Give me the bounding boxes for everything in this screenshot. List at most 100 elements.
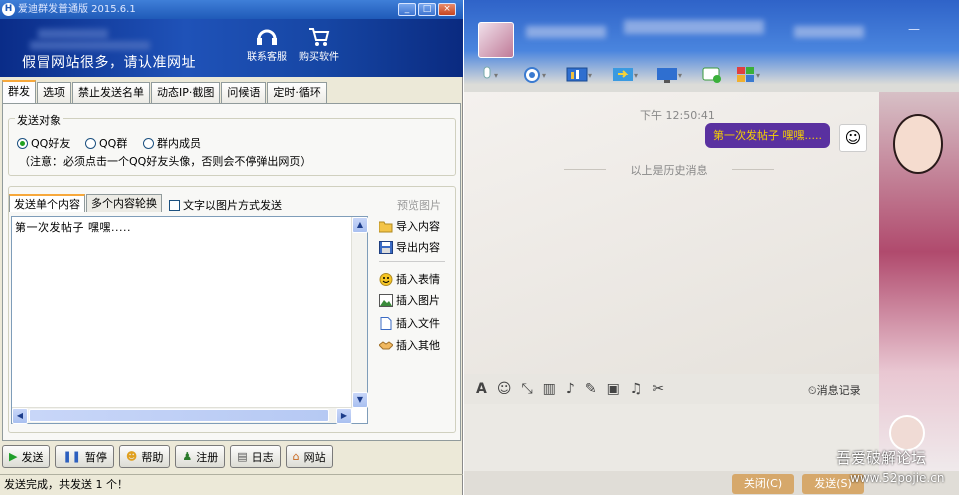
home-icon: ⌂ (292, 450, 300, 463)
buy-software-button[interactable]: 购买软件 (299, 27, 339, 63)
horizontal-scrollbar[interactable]: ◀ ▶ (12, 407, 352, 424)
watermark-url: www.52pojie.cn (850, 471, 945, 485)
scroll-up-icon[interactable]: ▲ (352, 217, 368, 233)
message-textarea[interactable]: 第一次发帖子 嘿嘿..... ▲ ▼ ◀ ▶ (11, 216, 368, 424)
tab-greetings[interactable]: 问候语 (221, 82, 267, 103)
insert-file-button[interactable]: 插入文件 (379, 315, 440, 331)
app-logo-icon: H (2, 3, 15, 16)
save-icon (379, 240, 393, 254)
music-icon[interactable]: ♫ (630, 381, 643, 397)
tab-schedule[interactable]: 定时·循环 (267, 82, 327, 103)
apps-grid-icon[interactable]: ▾ (736, 66, 760, 84)
window-minimize-icon[interactable]: — (908, 22, 920, 36)
pause-icon: ❚❚ (62, 450, 81, 463)
tab-dynamic-ip[interactable]: 动态IP·截图 (151, 82, 221, 103)
headset-icon (257, 29, 277, 45)
cart-icon (309, 28, 330, 46)
emoji-icon[interactable]: ☺ (497, 381, 512, 397)
remote-desktop-icon[interactable]: ▾ (656, 66, 682, 84)
radio-selected-icon (17, 137, 28, 149)
play-icon: ▶ (9, 450, 18, 463)
user-icon: ♟ (182, 450, 193, 463)
help-button[interactable]: ☻ 帮助 (118, 445, 171, 468)
export-content-button[interactable]: 导出内容 (379, 239, 440, 255)
title-bar: H 爱迪群发普通版 2015.6.1 _ □ × (0, 0, 463, 19)
help-smiley-icon: ☻ (125, 450, 138, 463)
vertical-scrollbar[interactable]: ▲ ▼ (351, 217, 368, 408)
website-button[interactable]: ⌂ 网站 (285, 445, 333, 468)
log-button[interactable]: ▤ 日志 (230, 445, 281, 468)
gif-icon[interactable]: ▥ (543, 381, 556, 397)
radio-qq-friends[interactable]: QQ好友 (17, 135, 70, 151)
tab-single-content[interactable]: 发送单个内容 (9, 194, 85, 212)
register-button[interactable]: ♟ 注册 (175, 445, 226, 468)
maximize-button[interactable]: □ (418, 3, 436, 16)
tab-blocklist[interactable]: 禁止发送名单 (72, 82, 150, 103)
message-time: 下午 12:50:41 (640, 109, 715, 122)
file-icon (380, 316, 392, 330)
history-divider: 以上是历史消息 (564, 162, 774, 178)
image-icon[interactable]: ▣ (607, 381, 620, 397)
banner-warning-text: 假冒网站很多，请认准网址 (22, 55, 196, 71)
contact-photo (893, 114, 943, 174)
close-button[interactable]: × (438, 3, 456, 16)
clock-icon: ⏲ (808, 384, 817, 397)
scroll-thumb[interactable] (29, 409, 329, 422)
content-subtabs: 发送单个内容 多个内容轮换 (9, 194, 163, 212)
status-bar: 发送完成，共发送 1 个！ (0, 474, 463, 495)
qq-chat-window: — ▾ ▾ ▾ ▾ ▾ ▾ 下午 12:50:41 第一次发帖子 嘿嘿.....… (464, 0, 959, 495)
send-as-image-checkbox[interactable]: 文字以图片方式发送 (169, 197, 282, 213)
file-transfer-icon[interactable]: ▾ (612, 66, 638, 84)
radio-qq-group[interactable]: QQ群 (85, 135, 127, 151)
radio-group-members[interactable]: 群内成员 (143, 135, 201, 151)
tab-options[interactable]: 选项 (37, 82, 71, 103)
insert-other-button[interactable]: 插入其他 (379, 337, 440, 353)
handshake-icon (379, 340, 393, 349)
side-divider (379, 261, 445, 262)
mic-icon[interactable]: ♪ (566, 381, 575, 397)
preview-image-label: 预览图片 (397, 199, 441, 212)
smiley-icon (379, 272, 393, 286)
edit-icon[interactable]: ✎ (585, 381, 597, 397)
import-content-button[interactable]: 导入内容 (379, 218, 440, 234)
screen-share-icon[interactable]: ▾ (566, 66, 592, 84)
contact-support-button[interactable]: 联系客服 (247, 27, 287, 63)
message-plus-icon[interactable] (702, 66, 722, 84)
watermark-title: 吾爱破解论坛 (836, 449, 927, 467)
sender-app-window: H 爱迪群发普通版 2015.6.1 _ □ × 假冒网站很多，请认准网址 联系… (0, 0, 463, 495)
send-target-group: 发送对象 QQ好友 QQ群 群内成员 （注意：必须点击一个QQ好友头像，否则会不… (8, 112, 456, 176)
document-icon: ▤ (237, 450, 248, 463)
voice-call-icon[interactable]: ▾ (480, 66, 498, 84)
picture-icon (379, 293, 393, 307)
radio-icon (143, 137, 154, 149)
scroll-down-icon[interactable]: ▼ (352, 392, 368, 408)
target-note: （注意：必须点击一个QQ好友头像，否则会不停弹出网页） (19, 155, 312, 168)
scissors-icon[interactable]: ✂ (652, 381, 664, 397)
pause-button[interactable]: ❚❚ 暂停 (55, 445, 114, 468)
message-text: 第一次发帖子 嘿嘿..... (15, 221, 131, 234)
minimize-button[interactable]: _ (398, 3, 416, 16)
chat-header: — ▾ ▾ ▾ ▾ ▾ ▾ (464, 0, 959, 92)
insert-emoji-button[interactable]: 插入表情 (379, 271, 440, 287)
tab-rotate-content[interactable]: 多个内容轮换 (86, 194, 162, 212)
radio-icon (85, 137, 96, 149)
checkbox-icon (169, 199, 180, 211)
sender-avatar: ☺ (839, 124, 867, 152)
message-record-button[interactable]: ⏲消息记录 (808, 382, 861, 398)
tab-mass-send[interactable]: 群发 (2, 80, 36, 103)
chat-message-area: 下午 12:50:41 第一次发帖子 嘿嘿..... ☺ 以上是历史消息 (464, 92, 879, 374)
watermark-avatar (889, 415, 925, 451)
shake-icon[interactable]: ⤡ (521, 381, 532, 397)
ad-banner: 假冒网站很多，请认准网址 联系客服 购买软件 (0, 19, 463, 77)
scroll-left-icon[interactable]: ◀ (12, 408, 28, 424)
insert-image-button[interactable]: 插入图片 (379, 292, 440, 308)
close-chat-button[interactable]: 关闭(C) (732, 474, 794, 494)
mass-send-panel: 发送对象 QQ好友 QQ群 群内成员 （注意：必须点击一个QQ好友头像，否则会不… (2, 103, 461, 441)
scroll-right-icon[interactable]: ▶ (336, 408, 352, 424)
main-tabs: 群发 选项 禁止发送名单 动态IP·截图 问候语 定时·循环 (2, 80, 328, 103)
send-button[interactable]: ▶ 发送 (2, 445, 51, 468)
contact-avatar[interactable] (478, 22, 514, 58)
message-input[interactable] (464, 404, 879, 471)
video-call-icon[interactable]: ▾ (522, 66, 546, 84)
font-icon[interactable]: A (476, 381, 487, 397)
